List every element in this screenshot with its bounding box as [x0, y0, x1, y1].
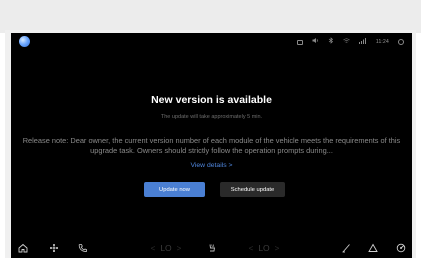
status-time: 11:24 [375, 39, 389, 45]
dialog-title: New version is available [151, 94, 272, 106]
hazard-icon[interactable] [367, 242, 379, 254]
signal-icon[interactable] [358, 37, 367, 47]
view-details-link[interactable]: View details > [11, 162, 412, 169]
left-temp-value: LO [160, 243, 172, 253]
status-icons: 11:24 [296, 37, 404, 47]
phone-icon[interactable] [77, 242, 89, 254]
right-temp-decrease[interactable]: < [249, 244, 254, 253]
avatar[interactable] [19, 36, 30, 47]
right-temp-increase[interactable]: > [275, 244, 280, 253]
wiper-icon[interactable] [340, 242, 352, 254]
wifi-icon[interactable] [343, 37, 350, 47]
bottom-dock: < LO > < LO > [11, 239, 412, 258]
status-bar: 11:24 [11, 33, 412, 51]
left-temp-decrease[interactable]: < [151, 244, 156, 253]
volume-icon[interactable] [312, 37, 319, 47]
right-temp-control[interactable]: < LO > [244, 242, 284, 254]
voice-assistant-icon[interactable] [395, 242, 407, 254]
top-band [0, 0, 421, 33]
fan-icon[interactable] [48, 242, 60, 254]
release-note: Release note: Dear owner, the current ve… [22, 136, 401, 155]
settings-icon[interactable] [398, 39, 404, 45]
home-icon[interactable] [17, 242, 29, 254]
car-display: 11:24 New version is available The updat… [11, 33, 412, 258]
schedule-update-button[interactable]: Schedule update [220, 182, 285, 197]
heated-seat-icon[interactable] [206, 242, 218, 254]
right-temp-value: LO [258, 243, 270, 253]
left-temp-increase[interactable]: > [177, 244, 182, 253]
left-temp-control[interactable]: < LO > [146, 242, 186, 254]
bluetooth-icon[interactable] [328, 37, 334, 47]
screen-icon[interactable] [296, 39, 303, 45]
dialog-subtitle: The update will take approximately 5 min… [160, 114, 263, 120]
update-now-button[interactable]: Update now [144, 182, 205, 197]
